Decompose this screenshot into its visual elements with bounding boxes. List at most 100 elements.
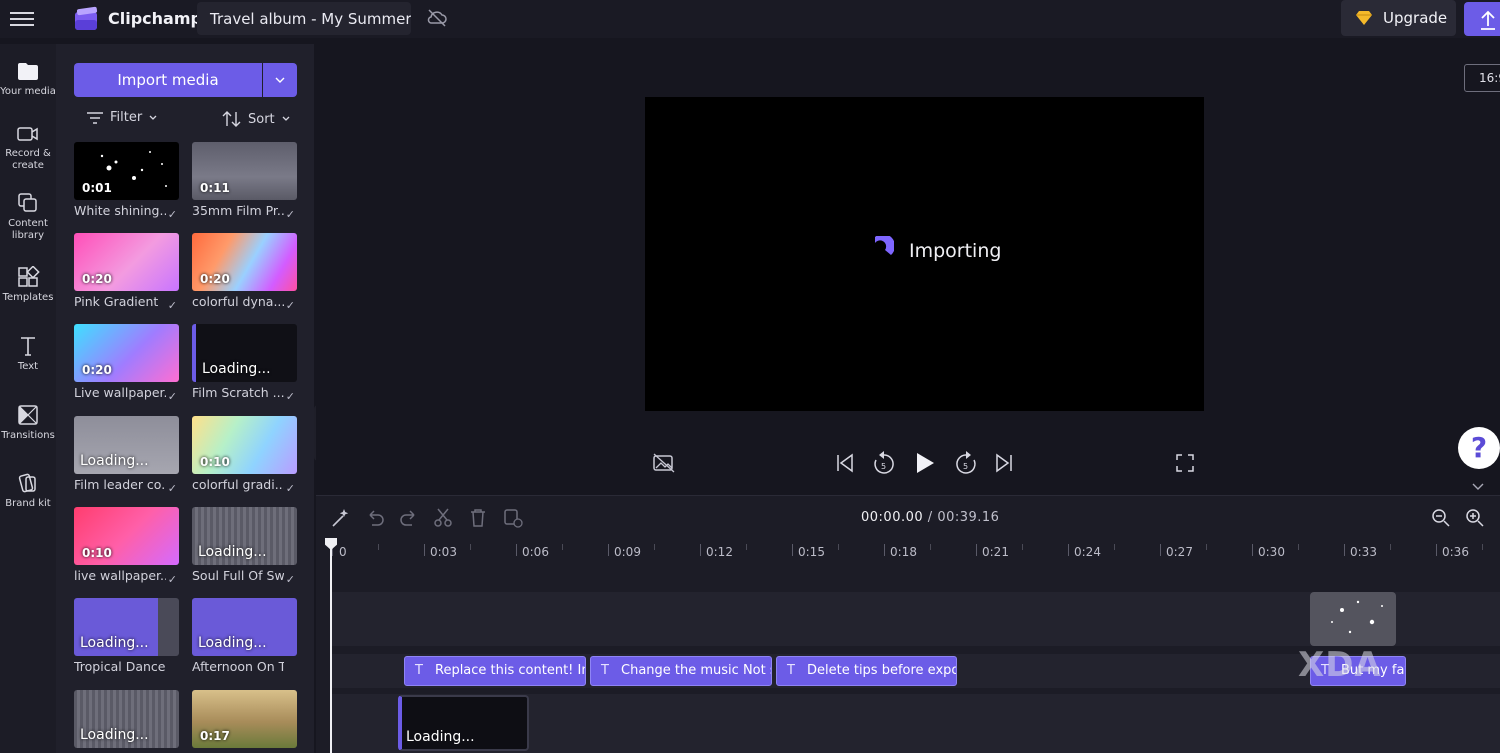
ruler-minor-tick — [1298, 544, 1299, 550]
zoom-out-icon[interactable] — [1430, 507, 1452, 529]
scissors-icon[interactable] — [432, 507, 454, 529]
filter-button[interactable]: Filter — [86, 110, 158, 125]
rail-label: Brand kit — [5, 498, 51, 509]
clipchamp-logo-icon — [75, 6, 98, 30]
text-clip-label: Delete tips before export — [807, 663, 957, 678]
ruler-tick — [1252, 544, 1253, 556]
text-clip[interactable]: T Change the music Not sur — [590, 656, 772, 686]
media-tile[interactable]: Loading... Tropical Dance L... — [74, 598, 179, 674]
added-check-icon: ✓ — [167, 208, 177, 221]
video-clip[interactable]: Loading... — [398, 695, 529, 751]
media-tile[interactable]: 0:11 35mm Film Pr... ✓ — [192, 142, 297, 221]
rail-your-media[interactable]: Your media — [0, 60, 56, 98]
ruler-tick — [1344, 544, 1345, 556]
ruler-tick — [1436, 544, 1437, 556]
text-clip[interactable]: T Delete tips before export — [776, 656, 957, 686]
rail-brand-kit[interactable]: Brand kit — [0, 472, 56, 510]
upgrade-label: Upgrade — [1383, 9, 1448, 27]
project-title-input[interactable]: Travel album - My Summer i — [197, 2, 411, 35]
loading-label: Loading... — [80, 453, 149, 469]
ruler-tick-label: 0:36 — [1442, 545, 1469, 559]
media-name: colorful dyna... — [192, 294, 284, 309]
ruler-minor-tick — [562, 544, 563, 550]
folder-icon — [18, 63, 38, 80]
media-tile[interactable]: 0:20 Pink Gradient ✓ — [74, 233, 179, 312]
sort-button[interactable]: Sort — [222, 110, 291, 128]
text-clip-icon: T — [601, 663, 609, 678]
chevron-down-icon[interactable] — [1471, 481, 1485, 491]
redo-icon[interactable] — [398, 507, 420, 529]
ruler-minor-tick — [838, 544, 839, 550]
upgrade-button[interactable]: Upgrade — [1341, 0, 1456, 36]
ruler-minor-tick — [1114, 544, 1115, 550]
ruler-tick-label: 0:33 — [1350, 545, 1377, 559]
media-thumbnail: 0:20 — [192, 233, 297, 291]
import-media-button[interactable]: Import media — [74, 63, 262, 97]
clipchamp-editor: Clipchamp Travel album - My Summer i Upg… — [0, 0, 1500, 753]
ruler-tick — [792, 544, 793, 556]
media-tile[interactable]: 0:10 colorful gradi... ✓ — [192, 416, 297, 495]
ruler-tick-label: 0:30 — [1258, 545, 1285, 559]
media-tile[interactable]: 0:10 live wallpaper... ✓ — [74, 507, 179, 586]
ruler-minor-tick — [1022, 544, 1023, 550]
media-thumbnail: Loading... — [74, 598, 179, 656]
time-readout: 00:00.00 / 00:39.16 — [861, 510, 999, 525]
chevron-down-icon — [275, 77, 285, 83]
magic-wand-icon[interactable] — [330, 507, 352, 529]
added-check-icon: ✓ — [167, 390, 177, 403]
sparkles-icon — [1331, 600, 1383, 634]
ruler-minor-tick — [654, 544, 655, 550]
media-duration: 0:20 — [200, 272, 230, 286]
media-tile[interactable]: Loading... Afternoon On Th... — [192, 598, 297, 674]
rail-content-library[interactable]: Content library — [0, 192, 56, 242]
media-tile[interactable]: Loading... Soul Full Of Swe... ✓ — [192, 507, 297, 586]
sparkles-clip-thumbnail[interactable] — [1310, 592, 1396, 646]
media-tile[interactable]: Loading... Film Scratch ... ✓ — [192, 324, 297, 403]
ruler-tick — [608, 544, 609, 556]
rail-label: library — [11, 230, 45, 241]
import-dropdown-button[interactable] — [263, 63, 297, 97]
cloud-sync-off-icon[interactable] — [426, 8, 448, 28]
zoom-in-icon[interactable] — [1464, 507, 1486, 529]
media-tile[interactable]: 0:01 White shining... ✓ — [74, 142, 179, 221]
ruler-tick-label: 0:27 — [1166, 545, 1193, 559]
trash-icon[interactable] — [467, 507, 489, 529]
media-tile[interactable]: Loading... Film leader co... ✓ — [74, 416, 179, 495]
undo-icon[interactable] — [364, 507, 386, 529]
rail-transitions[interactable]: Transitions — [0, 404, 56, 442]
text-clip-icon: T — [787, 663, 795, 678]
play-icon[interactable] — [913, 450, 937, 476]
media-tile[interactable]: Loading... — [74, 690, 179, 748]
ruler-minor-tick — [470, 544, 471, 550]
export-button[interactable] — [1464, 2, 1500, 36]
rewind-5-icon[interactable]: 5 — [872, 450, 896, 476]
rail-label: Your media — [0, 86, 56, 97]
rail-label: Content — [8, 218, 48, 229]
ruler-tick — [516, 544, 517, 556]
rail-templates[interactable]: Templates — [0, 266, 56, 304]
playhead[interactable] — [330, 540, 332, 753]
hamburger-menu-icon[interactable] — [10, 8, 34, 28]
media-name: colorful gradi... — [192, 477, 284, 492]
fullscreen-icon[interactable] — [1174, 452, 1196, 474]
forward-5-icon[interactable]: 5 — [954, 450, 978, 476]
current-time: 00:00.00 — [861, 510, 924, 525]
help-button[interactable]: ? — [1458, 427, 1500, 469]
text-clip[interactable]: T Replace this content! Imp — [404, 656, 586, 686]
ruler-tick — [884, 544, 885, 556]
skip-forward-icon[interactable] — [993, 452, 1015, 474]
media-panel: Import media Filter Sort 0:01 White shin… — [56, 44, 314, 753]
media-tile[interactable]: 0:20 colorful dyna... ✓ — [192, 233, 297, 312]
ruler-tick — [700, 544, 701, 556]
media-tile[interactable]: 0:20 Live wallpaper... ✓ — [74, 324, 179, 403]
image-magic-icon[interactable] — [652, 452, 676, 474]
ruler-tick-label: 0:24 — [1074, 545, 1101, 559]
rail-record-create[interactable]: Record & create — [0, 124, 56, 172]
aspect-ratio-button[interactable]: 16:9 — [1464, 64, 1500, 92]
ruler-tick-label: 0:12 — [706, 545, 733, 559]
rail-text[interactable]: Text — [0, 335, 56, 373]
skip-back-icon[interactable] — [834, 452, 856, 474]
duplicate-icon[interactable] — [502, 507, 524, 529]
media-tile[interactable]: 0:17 — [192, 690, 297, 748]
brand-kit-icon — [18, 473, 36, 493]
